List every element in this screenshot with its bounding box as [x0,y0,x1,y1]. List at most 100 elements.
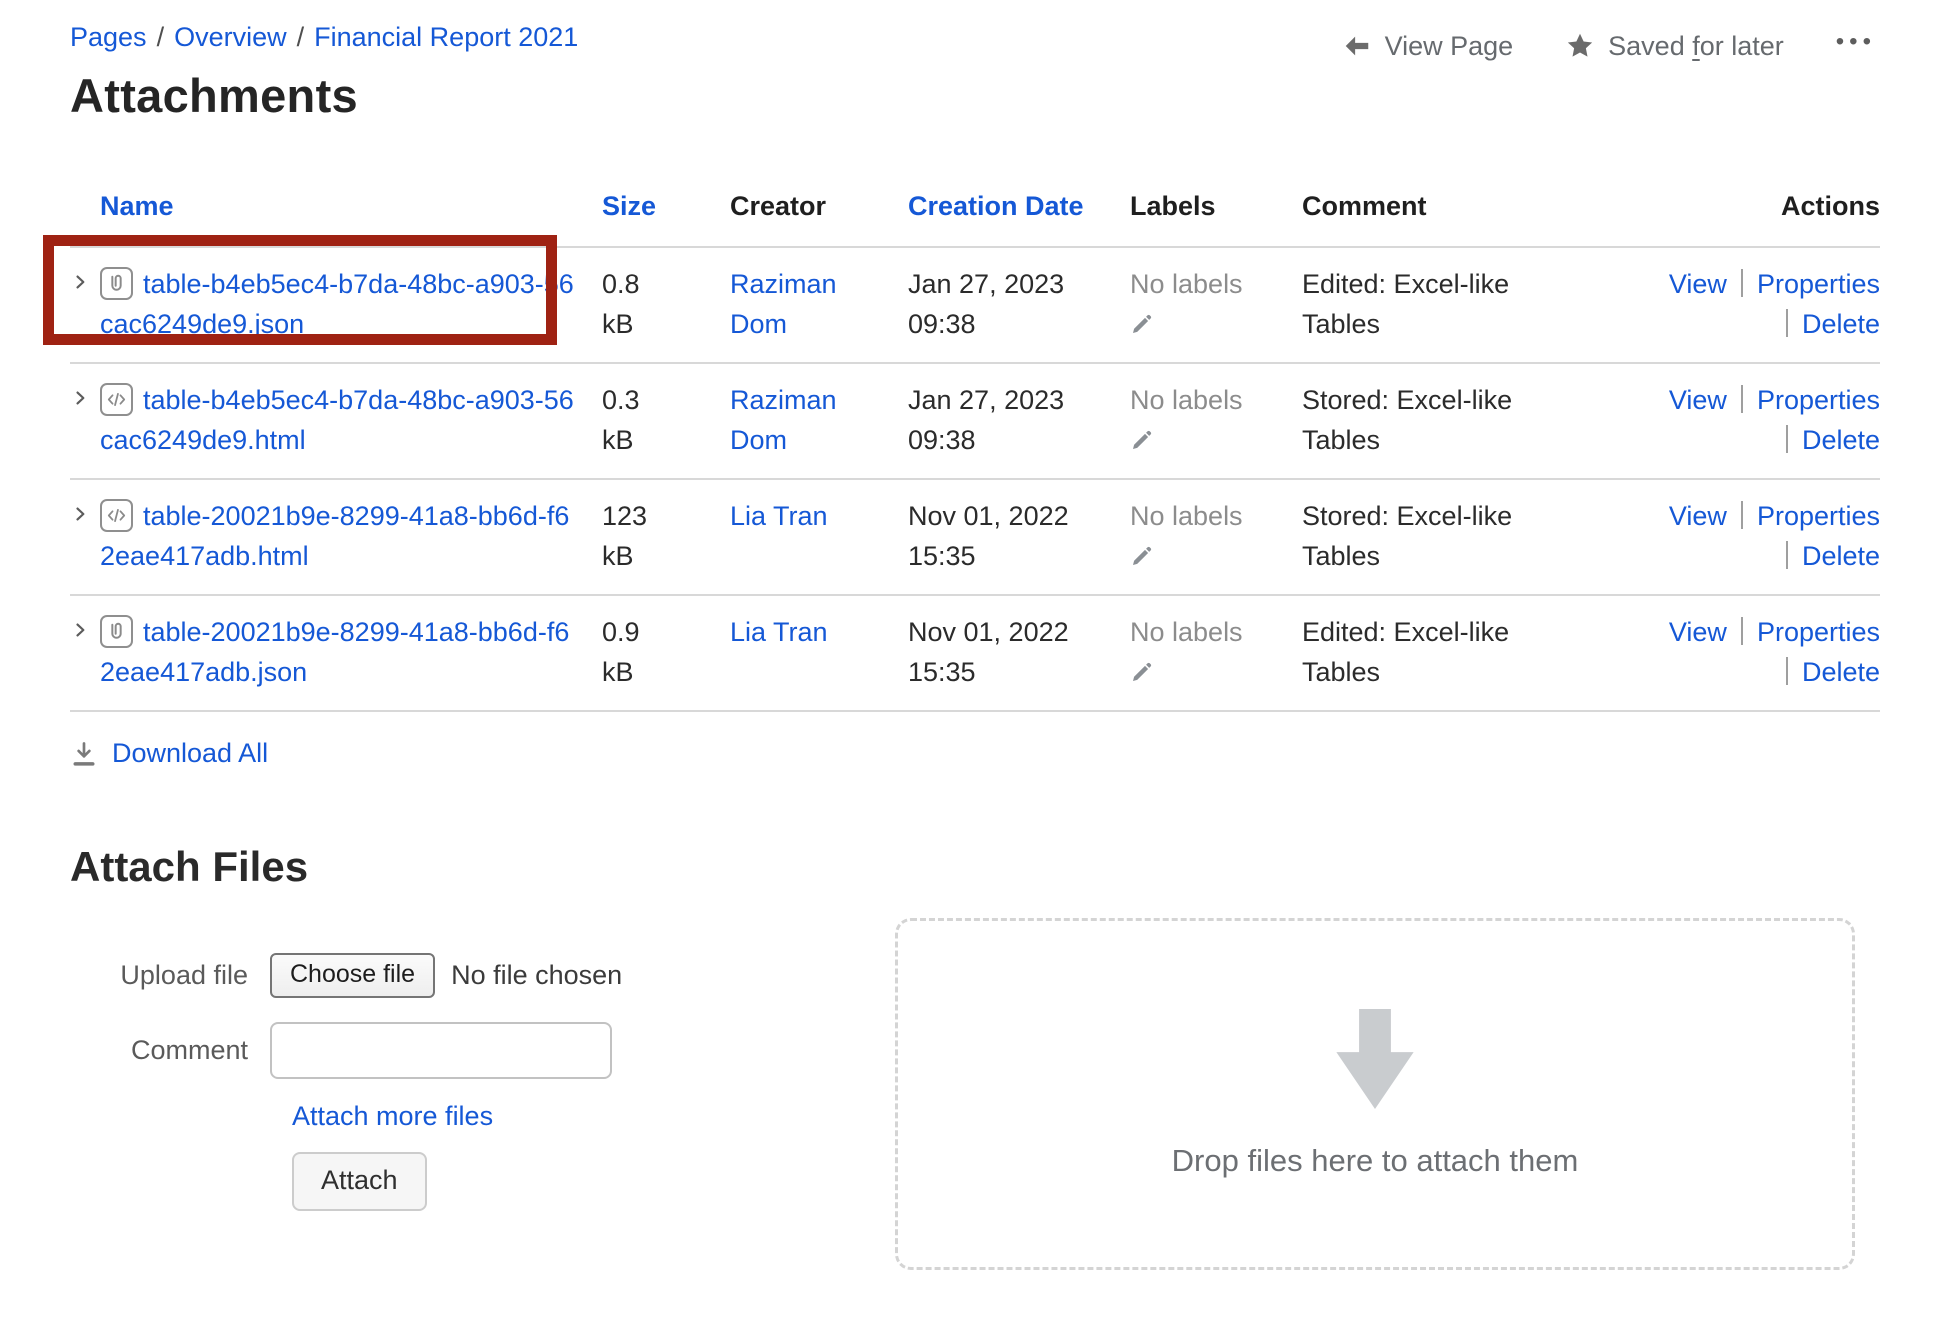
labels-cell: No labels [1130,596,1302,710]
comment-cell: Edited: Excel-like Tables [1302,248,1594,362]
creator-link[interactable]: Raziman Dom [730,269,837,339]
back-arrow-icon [1342,31,1372,61]
actions-cell: View Properties Delete [1594,364,1880,478]
breadcrumb-overview[interactable]: Overview [174,22,287,52]
actions-cell: View Properties Delete [1594,596,1880,710]
creation-date-cell: Jan 27, 202309:38 [908,364,1130,478]
upload-file-label: Upload file [70,960,270,991]
column-header-labels: Labels [1130,191,1302,246]
page-title: Attachments [70,68,1880,123]
labels-cell: No labels [1130,364,1302,478]
edit-labels-pencil-icon[interactable] [1130,312,1278,336]
column-header-creator: Creator [730,191,908,246]
comment-input[interactable] [270,1022,612,1079]
properties-action[interactable]: Properties [1757,617,1880,647]
creation-date-cell: Nov 01, 202215:35 [908,480,1130,594]
properties-action[interactable]: Properties [1757,385,1880,415]
view-action[interactable]: View [1669,385,1727,415]
file-dropzone[interactable]: Drop files here to attach them [895,918,1855,1270]
more-options-button[interactable]: ••• [1836,28,1876,64]
download-icon [70,740,98,768]
attach-more-files-link[interactable]: Attach more files [292,1101,493,1131]
action-separator [1741,269,1743,297]
attachments-page: Pages/Overview/Financial Report 2021 Vie… [0,0,1942,1342]
properties-action[interactable]: Properties [1757,501,1880,531]
comment-cell: Stored: Excel-like Tables [1302,480,1594,594]
size-cell: 0.3kB [602,364,730,478]
column-header-actions: Actions [1594,191,1880,246]
code-icon [100,499,133,532]
edit-labels-pencil-icon[interactable] [1130,660,1278,684]
table-row: table-20021b9e-8299-41a8-bb6d-f62eae417a… [70,594,1880,712]
comment-cell: Edited: Excel-like Tables [1302,596,1594,710]
creator-link[interactable]: Lia Tran [730,501,828,531]
page-toolbar: View Page Saved for later ••• [1342,28,1876,64]
table-header-row: Name Size Creator Creation Date Labels C… [70,171,1880,246]
creator-cell: Lia Tran [730,596,908,710]
attach-files-title: Attach Files [70,843,1880,891]
table-row: table-b4eb5ec4-b7da-48bc-a903-56cac6249d… [70,362,1880,478]
download-all-link[interactable]: Download All [112,738,268,769]
delete-action[interactable]: Delete [1802,425,1880,455]
actions-cell: View Properties Delete [1594,480,1880,594]
saved-for-later-label: Saved for later [1608,31,1784,62]
attachment-file-link[interactable]: table-20021b9e-8299-41a8-bb6d-f62eae417a… [100,501,569,571]
expand-chevron-icon[interactable] [70,272,90,292]
size-cell: 123kB [602,480,730,594]
creator-cell: Raziman Dom [730,248,908,362]
creator-link[interactable]: Raziman Dom [730,385,837,455]
breadcrumb-separator: / [297,22,305,52]
expand-chevron-icon[interactable] [70,504,90,524]
breadcrumb-pages[interactable]: Pages [70,22,147,52]
paperclip-icon [100,615,133,648]
properties-action[interactable]: Properties [1757,269,1880,299]
delete-action[interactable]: Delete [1802,541,1880,571]
choose-file-button[interactable]: Choose file [270,953,435,998]
labels-cell: No labels [1130,480,1302,594]
delete-action[interactable]: Delete [1802,657,1880,687]
paperclip-icon [100,267,133,300]
action-separator [1786,657,1788,685]
table-row: table-b4eb5ec4-b7da-48bc-a903-56cac6249d… [70,246,1880,362]
view-page-label: View Page [1385,31,1514,62]
attachment-name-cell: table-20021b9e-8299-41a8-bb6d-f62eae417a… [70,596,602,710]
attach-button[interactable]: Attach [292,1152,427,1211]
no-file-chosen-text: No file chosen [451,960,622,991]
attachment-file-link[interactable]: table-b4eb5ec4-b7da-48bc-a903-56cac6249d… [100,385,574,455]
delete-action[interactable]: Delete [1802,309,1880,339]
expand-chevron-icon[interactable] [70,388,90,408]
view-page-button[interactable]: View Page [1342,31,1514,62]
column-header-creation-date[interactable]: Creation Date [908,191,1130,246]
expand-chevron-icon[interactable] [70,620,90,640]
action-separator [1786,541,1788,569]
comment-label: Comment [70,1035,270,1066]
edit-labels-pencil-icon[interactable] [1130,544,1278,568]
action-separator [1741,617,1743,645]
attachment-name-cell: table-b4eb5ec4-b7da-48bc-a903-56cac6249d… [70,248,602,362]
column-header-size[interactable]: Size [602,191,730,246]
action-separator [1786,425,1788,453]
attachment-file-link[interactable]: table-b4eb5ec4-b7da-48bc-a903-56cac6249d… [100,269,574,339]
action-separator [1741,501,1743,529]
view-action[interactable]: View [1669,501,1727,531]
code-icon [100,383,133,416]
saved-for-later-button[interactable]: Saved for later [1565,31,1784,62]
size-cell: 0.9kB [602,596,730,710]
labels-cell: No labels [1130,248,1302,362]
edit-labels-pencil-icon[interactable] [1130,428,1278,452]
column-header-comment: Comment [1302,191,1594,246]
download-all: Download All [70,738,1880,769]
comment-cell: Stored: Excel-like Tables [1302,364,1594,478]
action-separator [1786,309,1788,337]
column-header-name[interactable]: Name [70,191,602,246]
creator-link[interactable]: Lia Tran [730,617,828,647]
dropzone-text: Drop files here to attach them [1172,1143,1579,1179]
attachment-file-link[interactable]: table-20021b9e-8299-41a8-bb6d-f62eae417a… [100,617,569,687]
drop-arrow-icon [1319,1009,1431,1109]
view-action[interactable]: View [1669,269,1727,299]
file-input: Choose file No file chosen [270,953,622,998]
attachment-name-cell: table-b4eb5ec4-b7da-48bc-a903-56cac6249d… [70,364,602,478]
view-action[interactable]: View [1669,617,1727,647]
action-separator [1741,385,1743,413]
breadcrumb-financial-report[interactable]: Financial Report 2021 [314,22,578,52]
